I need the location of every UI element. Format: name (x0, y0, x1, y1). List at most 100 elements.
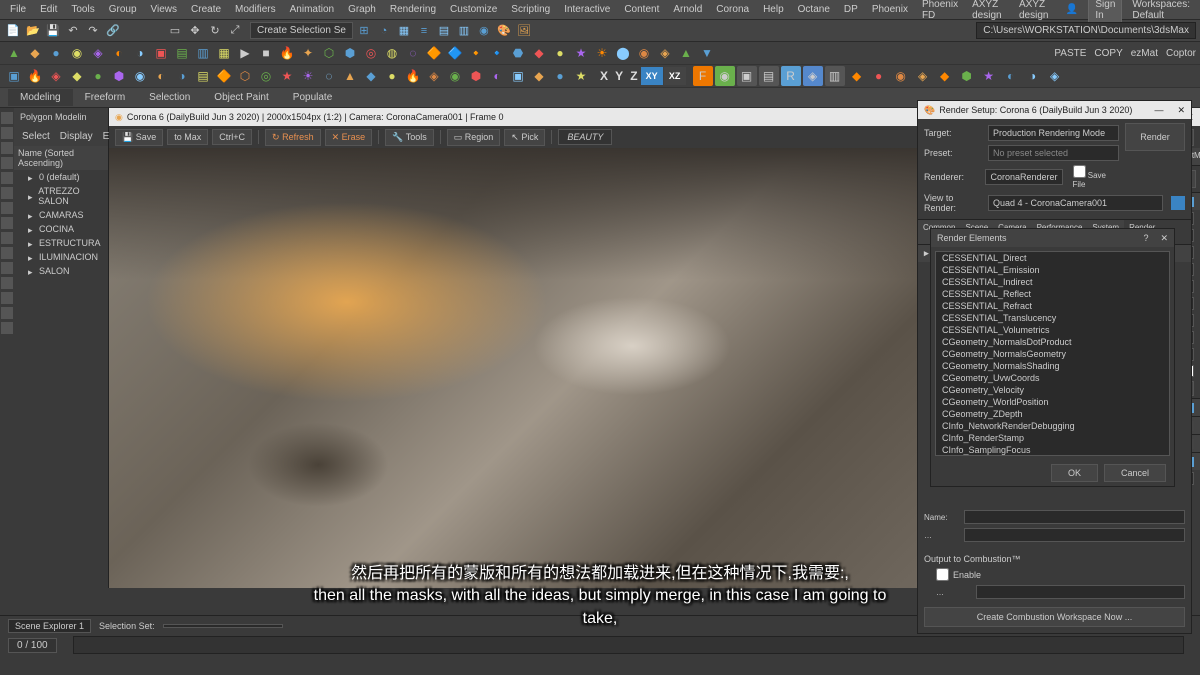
minimize-icon[interactable]: — (1154, 105, 1163, 116)
rotate-icon[interactable]: ↻ (206, 22, 224, 40)
ribbon-icon[interactable]: 🔷 (445, 43, 465, 63)
ribbon-icon[interactable]: 🔸 (466, 43, 486, 63)
ribbon-icon[interactable]: ◈ (913, 66, 933, 86)
ribbon-icon[interactable]: ☀ (298, 66, 318, 86)
link-icon[interactable]: 🔗 (104, 22, 122, 40)
material-icon[interactable]: ◉ (475, 22, 493, 40)
menu-tools[interactable]: Tools (65, 2, 100, 17)
menu-edit[interactable]: Edit (34, 2, 63, 17)
snap-icon[interactable]: ⊞ (355, 22, 373, 40)
re-item[interactable]: CInfo_SamplingFocus (936, 444, 1169, 456)
ribbon-icon[interactable]: ◆ (529, 66, 549, 86)
ribbon-icon[interactable]: ▼ (697, 43, 717, 63)
rail-icon[interactable] (1, 217, 13, 229)
menu-phoenix[interactable]: Phoenix (866, 2, 914, 17)
render-button[interactable]: Render (1125, 123, 1185, 151)
ribbon-icon[interactable]: ▣ (508, 66, 528, 86)
ribbon-icon[interactable]: ◐ (151, 66, 171, 86)
ribbon-icon[interactable]: ▲ (4, 43, 24, 63)
rail-icon[interactable] (1, 262, 13, 274)
layers-icon[interactable]: ▤ (435, 22, 453, 40)
ribbon-icon[interactable]: ★ (571, 66, 591, 86)
menu-content[interactable]: Content (618, 2, 665, 17)
ribbon-icon[interactable]: ◈ (803, 66, 823, 86)
tab-modeling[interactable]: Modeling (8, 89, 73, 106)
re-item[interactable]: CESSENTIAL_Indirect (936, 276, 1169, 288)
view-dropdown[interactable]: Quad 4 - CoronaCamera001 (988, 195, 1163, 211)
ribbon-icon[interactable]: ▥ (825, 66, 845, 86)
re-item[interactable]: CGeometry_NormalsShading (936, 360, 1169, 372)
ribbon-icon[interactable]: ⬢ (957, 66, 977, 86)
menu-graph[interactable]: Graph (342, 2, 382, 17)
menu-group[interactable]: Group (103, 2, 143, 17)
ribbon-icon[interactable]: ● (88, 66, 108, 86)
ribbon-icon[interactable]: ▣ (151, 43, 171, 63)
ribbon-icon[interactable]: ☀ (592, 43, 612, 63)
target-dropdown[interactable]: Production Rendering Mode (988, 125, 1119, 141)
ribbon-icon[interactable]: ▲ (676, 43, 696, 63)
menu-phoenixfd[interactable]: Phoenix FD (916, 0, 964, 23)
re-item[interactable]: CGeometry_WorldPosition (936, 396, 1169, 408)
tab-populate[interactable]: Populate (281, 89, 344, 106)
render-setup-icon[interactable]: 🎨 (495, 22, 513, 40)
re-item[interactable]: CESSENTIAL_Translucency (936, 312, 1169, 324)
ribbon-icon[interactable]: 🔶 (214, 66, 234, 86)
menu-axyz1[interactable]: AXYZ design (966, 0, 1011, 23)
menu-arnold[interactable]: Arnold (667, 2, 708, 17)
renderer-dropdown[interactable]: CoronaRenderer (985, 169, 1062, 185)
vfb-region-button[interactable]: ▭ Region (447, 129, 501, 146)
scene-explorer-label[interactable]: Scene Explorer 1 (8, 619, 91, 633)
vfb-ctrlc-button[interactable]: Ctrl+C (212, 129, 252, 145)
ribbon-icon[interactable]: ◍ (382, 43, 402, 63)
ribbon-icon[interactable]: ● (550, 66, 570, 86)
ribbon-icon[interactable]: ✦ (298, 43, 318, 63)
redo-icon[interactable]: ↷ (84, 22, 102, 40)
ribbon-icon[interactable]: ⬡ (319, 43, 339, 63)
menu-views[interactable]: Views (145, 2, 184, 17)
element-path-button[interactable]: … (924, 531, 958, 540)
ribbon-icon[interactable]: ◆ (67, 66, 87, 86)
select-label[interactable]: Select (22, 131, 50, 142)
ribbon-icon[interactable]: ▤ (172, 43, 192, 63)
scene-item[interactable]: ▸ILUMINACION (14, 250, 108, 264)
align-icon[interactable]: ≡ (415, 22, 433, 40)
re-item[interactable]: CInfo_RenderStamp (936, 432, 1169, 444)
ribbon-icon[interactable]: ◌ (403, 43, 423, 63)
rail-icon[interactable] (1, 142, 13, 154)
rail-icon[interactable] (1, 127, 13, 139)
ribbon-icon[interactable]: 🔹 (487, 43, 507, 63)
selection-set-dropdown[interactable]: Create Selection Se (250, 22, 353, 39)
ribbon-icon[interactable]: ▣ (737, 66, 757, 86)
ribbon-icon[interactable]: ◎ (256, 66, 276, 86)
paste-button[interactable]: PASTE (1054, 48, 1086, 59)
tab-selection[interactable]: Selection (137, 89, 202, 106)
copy-button[interactable]: COPY (1094, 48, 1122, 59)
savefile-checkbox[interactable] (1073, 165, 1086, 178)
vfb-pass-dropdown[interactable]: BEAUTY (558, 129, 612, 145)
scene-item[interactable]: ▸0 (default) (14, 170, 108, 184)
ezmat-button[interactable]: ezMat (1131, 48, 1158, 59)
rail-icon[interactable] (1, 322, 13, 334)
tab-freeform[interactable]: Freeform (73, 89, 138, 106)
element-path-input[interactable] (964, 528, 1185, 542)
menu-scripting[interactable]: Scripting (505, 2, 556, 17)
scene-item[interactable]: ▸SALON (14, 264, 108, 278)
ribbon-icon[interactable]: ◆ (361, 66, 381, 86)
ribbon-icon[interactable]: ⬡ (235, 66, 255, 86)
ribbon-icon[interactable]: ⬢ (109, 66, 129, 86)
coptor-button[interactable]: Coptor (1166, 48, 1196, 59)
ribbon-icon[interactable]: 🔥 (25, 66, 45, 86)
signin-button[interactable]: Sign In (1088, 0, 1122, 24)
rail-icon[interactable] (1, 247, 13, 259)
ribbon-icon[interactable]: ◈ (88, 43, 108, 63)
ribbon-icon[interactable]: ▣ (4, 66, 24, 86)
ribbon-icon[interactable]: R (781, 66, 801, 86)
xyz-xy-button[interactable]: XY (641, 67, 663, 85)
ribbon-icon[interactable]: ▲ (340, 66, 360, 86)
ribbon-icon[interactable]: 🔶 (424, 43, 444, 63)
re-item[interactable]: CGeometry_NormalsDotProduct (936, 336, 1169, 348)
rail-icon[interactable] (1, 307, 13, 319)
enable-combustion-checkbox[interactable] (936, 568, 949, 581)
ribbon-icon[interactable]: ◆ (847, 66, 867, 86)
menu-axyz2[interactable]: AXYZ design (1013, 0, 1058, 23)
